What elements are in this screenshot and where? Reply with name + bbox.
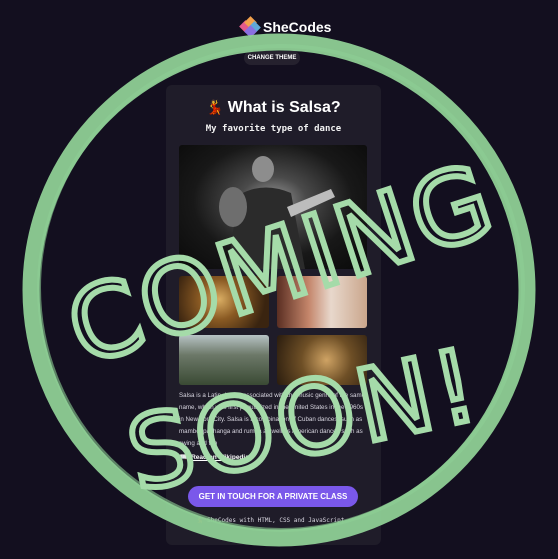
dance-photo-1 <box>179 276 269 328</box>
dancer-emoji-icon: 💃 <box>206 99 224 115</box>
header: SheCodes <box>0 12 558 42</box>
card-title-text: What is Salsa? <box>227 99 341 116</box>
private-class-button[interactable]: GET IN TOUCH FOR A PRIVATE CLASS <box>188 486 358 507</box>
card-subtitle: My favorite type of dance <box>205 124 342 134</box>
wikipedia-link-text[interactable]: Read on Wikipedia <box>191 454 249 461</box>
dance-photo-2 <box>277 276 367 328</box>
salsa-card: 💃 What is Salsa? My favorite type of danc… <box>166 85 381 545</box>
shecodes-logo[interactable]: SheCodes <box>239 16 439 38</box>
card-title: 💃 What is Salsa? <box>166 99 381 117</box>
book-icon: 📖 <box>179 454 188 461</box>
change-theme-button[interactable]: CHANGE THEME <box>244 51 300 65</box>
main-dance-photo <box>179 145 367 269</box>
dance-photo-4 <box>277 335 367 385</box>
salsa-description: Salsa is a Latin dance, associated with … <box>179 392 366 447</box>
brand-name: SheCodes <box>263 19 332 35</box>
wikipedia-link[interactable]: 📖 Read on Wikipedia <box>179 453 249 461</box>
dance-photo-3 <box>179 335 269 385</box>
footer-credit: 💃 SheCodes with HTML, CSS and JavaScript <box>196 517 345 524</box>
shecodes-logo-icon <box>239 16 261 38</box>
